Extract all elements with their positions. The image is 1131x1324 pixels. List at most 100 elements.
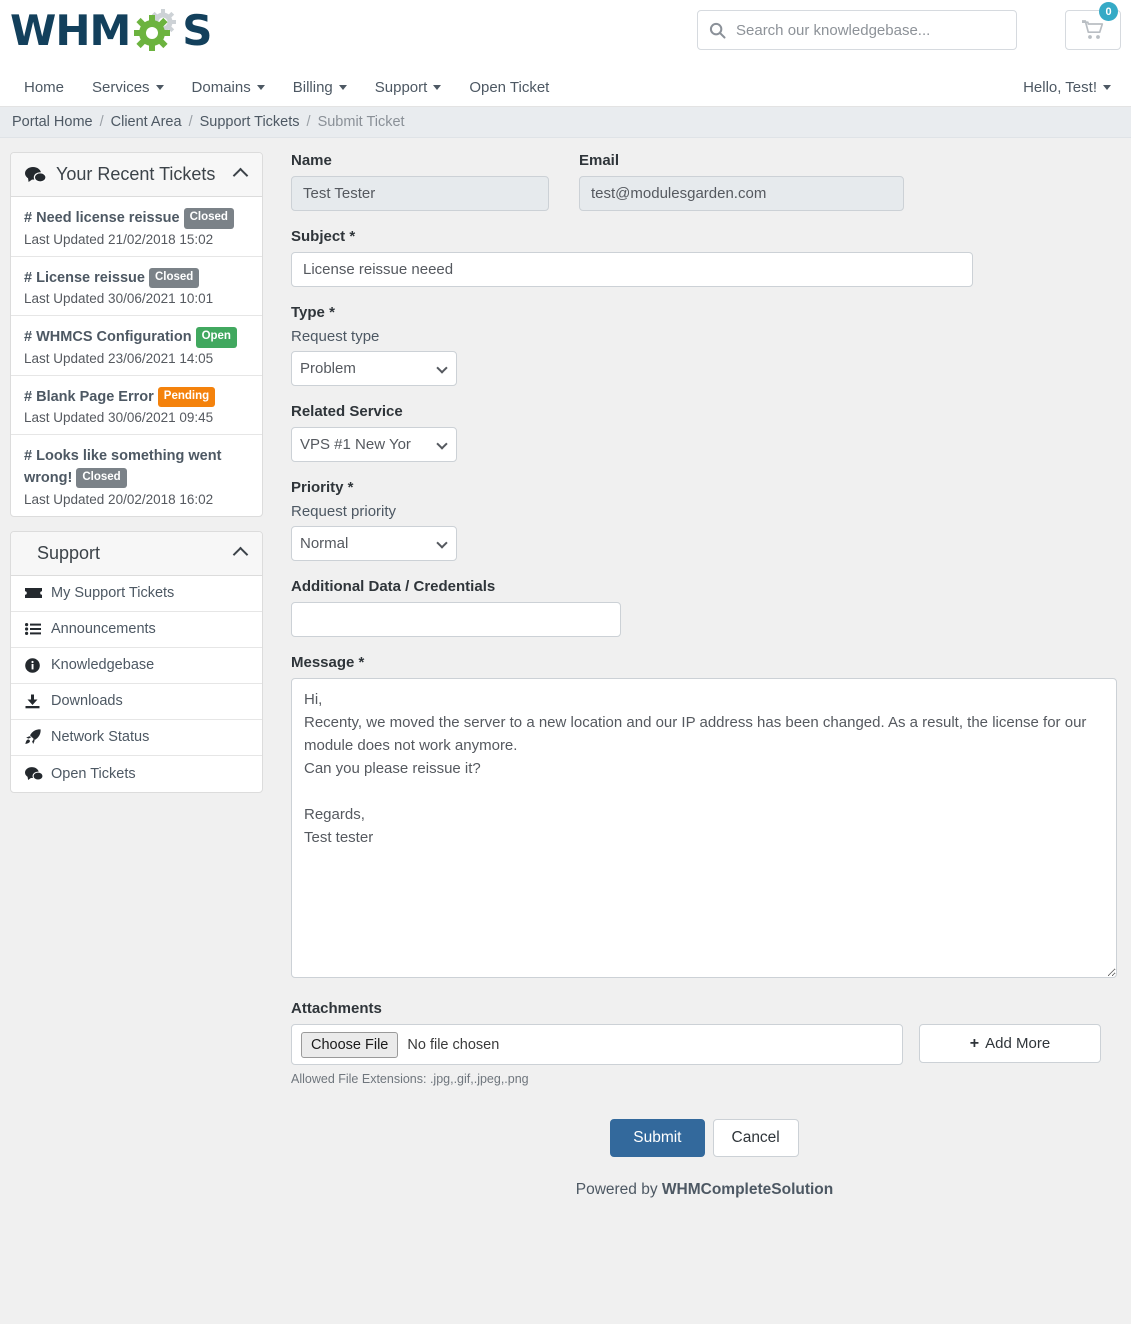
add-more-button[interactable]: + Add More	[919, 1024, 1101, 1063]
sidebar-item-announcements[interactable]: Announcements	[11, 612, 262, 648]
list-item[interactable]: # WHMCS ConfigurationOpen Last Updated 2…	[11, 316, 262, 376]
sidebar-item-downloads[interactable]: Downloads	[11, 684, 262, 720]
subject-input[interactable]	[291, 252, 973, 287]
additional-data-field-group: Additional Data / Credentials	[291, 578, 1118, 637]
message-textarea[interactable]: Hi, Recenty, we moved the server to a ne…	[291, 678, 1117, 978]
list-item[interactable]: # Blank Page ErrorPending Last Updated 3…	[11, 376, 262, 436]
ticket-icon	[25, 587, 51, 599]
sidebar-item-knowledgebase[interactable]: Knowledgebase	[11, 648, 262, 684]
nav-label: Home	[24, 68, 64, 107]
search-input[interactable]	[736, 11, 1016, 49]
email-input	[579, 176, 904, 211]
main-navigation: Home Services Domains Billing Support Op…	[0, 68, 1131, 107]
chevron-up-icon[interactable]	[233, 546, 249, 562]
nav-item-billing[interactable]: Billing	[279, 68, 361, 107]
plus-icon: +	[970, 1035, 979, 1053]
account-menu[interactable]: Hello, Test!	[1023, 79, 1111, 96]
sidebar: Your Recent Tickets # Need license reiss…	[7, 152, 263, 1219]
sidebar-item-network-status[interactable]: Network Status	[11, 720, 262, 756]
chevron-down-icon	[257, 85, 265, 90]
request-priority-sublabel: Request priority	[291, 503, 1118, 520]
related-service-field-group: Related Service VPS #1 New Yor	[291, 403, 1118, 462]
submit-ticket-form: Name Email Subject * Type * Request type…	[263, 152, 1124, 1219]
nav-item-home[interactable]: Home	[14, 68, 78, 107]
sidebar-item-label: Knowledgebase	[51, 657, 154, 673]
knowledgebase-search[interactable]	[697, 10, 1017, 50]
ticket-date: Last Updated 30/06/2021 10:01	[24, 291, 249, 306]
status-badge: Closed	[149, 268, 199, 289]
chevron-up-icon[interactable]	[233, 168, 249, 184]
list-item[interactable]: # Need license reissueClosed Last Update…	[11, 197, 262, 257]
cart-button[interactable]: 0	[1065, 10, 1121, 50]
support-panel-header[interactable]: Support	[11, 532, 262, 576]
message-label: Message *	[291, 654, 1118, 671]
footer-prefix: Powered by	[576, 1181, 662, 1198]
ticket-subject: # License reissue	[24, 270, 145, 286]
file-input[interactable]: Choose File No file chosen	[291, 1024, 903, 1065]
additional-data-input[interactable]	[291, 602, 621, 637]
cancel-button[interactable]: Cancel	[713, 1119, 799, 1157]
nav-item-open-ticket[interactable]: Open Ticket	[455, 68, 563, 107]
email-label: Email	[579, 152, 904, 169]
nav-label: Support	[375, 68, 428, 107]
request-type-select[interactable]: Problem	[291, 351, 457, 386]
recent-tickets-title: Your Recent Tickets	[56, 164, 215, 185]
name-input	[291, 176, 549, 211]
message-field-group: Message * Hi, Recenty, we moved the serv…	[291, 654, 1118, 983]
recent-tickets-panel-header[interactable]: Your Recent Tickets	[11, 153, 262, 197]
priority-field-group: Priority * Request priority Normal	[291, 479, 1118, 561]
subject-field-group: Subject *	[291, 228, 1118, 287]
request-priority-select-wrap[interactable]: Normal	[291, 526, 457, 561]
status-badge: Pending	[158, 387, 215, 408]
ticket-date: Last Updated 20/02/2018 16:02	[24, 492, 249, 507]
sidebar-item-my-support-tickets[interactable]: My Support Tickets	[11, 576, 262, 612]
breadcrumb-separator: /	[189, 114, 193, 130]
request-priority-select[interactable]: Normal	[291, 526, 457, 561]
attachments-label: Attachments	[291, 1000, 1118, 1017]
additional-data-label: Additional Data / Credentials	[291, 578, 1118, 595]
rocket-icon	[25, 729, 51, 745]
nav-label: Services	[92, 68, 150, 107]
info-circle-icon	[25, 658, 51, 673]
logo-text-left: WHM	[10, 10, 130, 52]
form-actions: Submit Cancel	[291, 1119, 1118, 1157]
nav-item-domains[interactable]: Domains	[178, 68, 279, 107]
nav-item-support[interactable]: Support	[361, 68, 456, 107]
download-icon	[25, 694, 51, 709]
name-field-group: Name	[291, 152, 549, 211]
submit-button[interactable]: Submit	[610, 1119, 704, 1157]
ticket-date: Last Updated 30/06/2021 09:45	[24, 410, 249, 425]
list-item[interactable]: # Looks like something went wrong!Closed…	[11, 435, 262, 515]
whmcs-logo[interactable]: WHM	[10, 8, 212, 54]
related-service-select-wrap[interactable]: VPS #1 New Yor	[291, 427, 457, 462]
chevron-down-icon	[1103, 85, 1111, 90]
ticket-date: Last Updated 23/06/2021 14:05	[24, 351, 249, 366]
sidebar-item-open-tickets[interactable]: Open Tickets	[11, 756, 262, 792]
list-item[interactable]: # License reissueClosed Last Updated 30/…	[11, 257, 262, 317]
attachments-field-group: Attachments Choose File No file chosen +…	[291, 1000, 1118, 1086]
type-label: Type *	[291, 304, 1118, 321]
footer-brand: WHMCompleteSolution	[662, 1181, 833, 1198]
nav-item-services[interactable]: Services	[78, 68, 178, 107]
breadcrumb-item-client-area[interactable]: Client Area	[111, 114, 182, 130]
related-service-select[interactable]: VPS #1 New Yor	[291, 427, 457, 462]
chevron-down-icon	[433, 85, 441, 90]
request-type-select-wrap[interactable]: Problem	[291, 351, 457, 386]
priority-label: Priority *	[291, 479, 1118, 496]
breadcrumb-item-portal-home[interactable]: Portal Home	[12, 114, 93, 130]
comments-icon	[25, 167, 46, 183]
list-icon	[25, 623, 51, 635]
ticket-subject: # Need license reissue	[24, 210, 180, 226]
breadcrumb-item-support-tickets[interactable]: Support Tickets	[200, 114, 300, 130]
allowed-extensions-text: Allowed File Extensions: .jpg,.gif,.jpeg…	[291, 1072, 1118, 1086]
site-header: WHM	[0, 0, 1131, 68]
status-badge: Open	[196, 327, 237, 348]
status-badge: Closed	[76, 468, 126, 489]
name-email-row: Name Email	[291, 152, 1118, 211]
status-badge: Closed	[184, 208, 234, 229]
choose-file-button[interactable]: Choose File	[301, 1032, 398, 1058]
footer: Powered by WHMCompleteSolution	[291, 1181, 1118, 1219]
nav-label: Billing	[293, 68, 333, 107]
request-type-sublabel: Request type	[291, 328, 1118, 345]
breadcrumb: Portal Home / Client Area / Support Tick…	[0, 107, 1131, 138]
